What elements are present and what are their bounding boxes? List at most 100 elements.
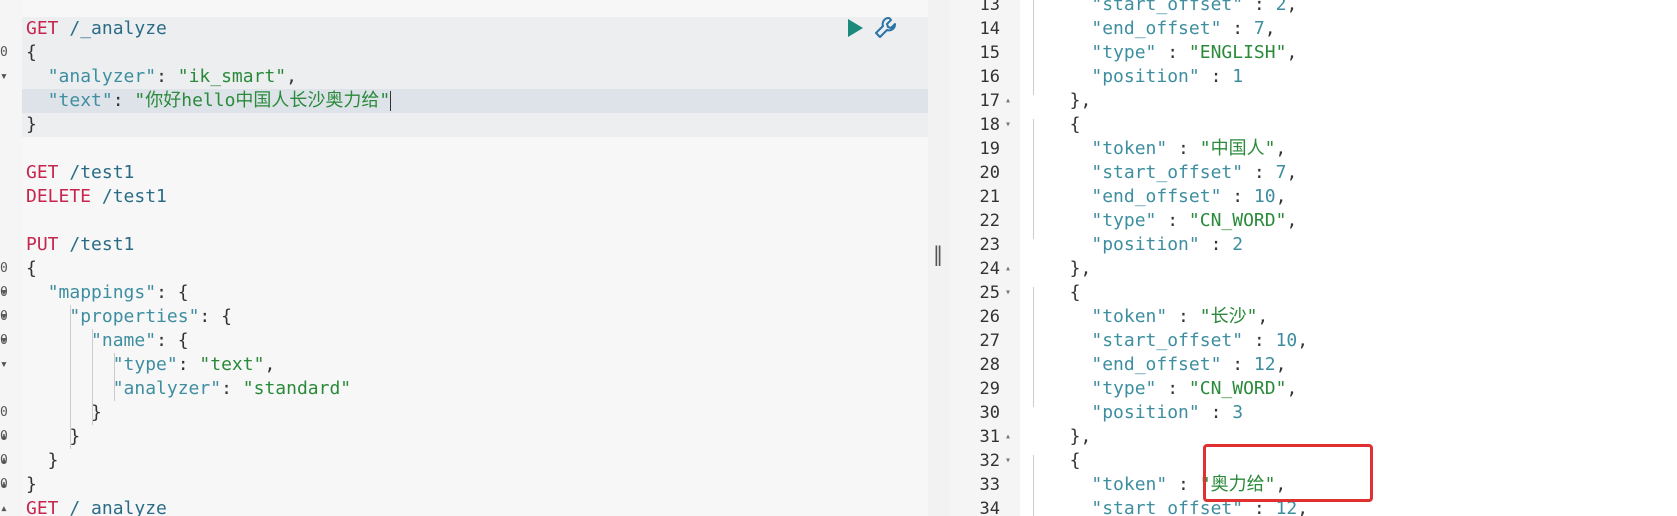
- editor-line[interactable]: }: [26, 401, 102, 425]
- editor-line[interactable]: "properties": {: [26, 305, 232, 329]
- indent-guide: [114, 353, 115, 401]
- fold-open-icon[interactable]: 0 ▾: [0, 329, 22, 372]
- editor-line[interactable]: "type": "text",: [26, 353, 276, 377]
- http-method: GET: [26, 498, 59, 516]
- editor-line[interactable]: GET /test1: [26, 161, 134, 185]
- json-token: :: [1156, 210, 1189, 231]
- line-number: 33: [979, 475, 1000, 495]
- play-icon[interactable]: [845, 17, 865, 39]
- response-line: "end_offset" : 7,: [1048, 17, 1276, 41]
- editor-line[interactable]: {: [26, 257, 37, 281]
- line-number: 28: [979, 355, 1000, 375]
- fold-close-icon[interactable]: ▴: [1005, 257, 1017, 281]
- json-token: "start_offset": [1091, 330, 1244, 351]
- pane-divider[interactable]: ‖: [928, 0, 950, 516]
- indent-guide: [1033, 455, 1034, 516]
- json-brace: {: [1048, 114, 1081, 135]
- fold-close-icon[interactable]: 0 ▴: [0, 473, 22, 516]
- editor-line[interactable]: }: [26, 425, 80, 449]
- json-token: :: [1167, 138, 1200, 159]
- json-token: :: [1221, 354, 1254, 375]
- response-line: },: [1048, 425, 1092, 449]
- editor-line[interactable]: PUT /test1: [26, 233, 134, 257]
- editor-line[interactable]: "analyzer": "ik_smart",: [26, 65, 297, 89]
- json-colon: :: [221, 378, 243, 399]
- fold-open-icon[interactable]: 0 ▾: [0, 281, 22, 324]
- editor-line[interactable]: }: [26, 113, 37, 137]
- response-line: "start_offset" : 7,: [1048, 161, 1297, 185]
- json-token: :: [1167, 474, 1200, 495]
- response-line: },: [1048, 257, 1092, 281]
- json-value: "standard": [242, 378, 352, 399]
- resize-handle-icon[interactable]: ‖: [933, 242, 943, 266]
- json-brace: },: [1048, 426, 1092, 447]
- json-key: "analyzer": [47, 66, 157, 87]
- fold-open-icon[interactable]: ▾: [1005, 449, 1017, 473]
- json-token: "中国人": [1199, 138, 1276, 159]
- fold-close-icon[interactable]: ▴: [1005, 89, 1017, 113]
- fold-close-icon[interactable]: ▴: [1005, 425, 1017, 449]
- json-token: :: [1199, 402, 1233, 423]
- request-editor[interactable]: 0 ▾ 0 ▾ 0 ▾ 0 ▾ 0 ▾ 0 ▴ 0 ▴ 0 ▴ 0 ▴ GET /_analyz…: [0, 0, 928, 516]
- request-editor-content[interactable]: GET /_analyze{ "analyzer": "ik_smart", "…: [22, 0, 928, 516]
- editor-line[interactable]: }: [26, 449, 59, 473]
- response-line: "token" : "长沙",: [1048, 305, 1268, 329]
- editor-line[interactable]: "name": {: [26, 329, 189, 353]
- editor-line[interactable]: "text": "你好hello中国人长沙奥力给": [26, 89, 392, 113]
- json-token: ,: [1264, 18, 1276, 39]
- fold-open-icon[interactable]: 0 ▾: [0, 41, 22, 84]
- editor-line[interactable]: {: [26, 41, 37, 65]
- fold-open-icon[interactable]: 0 ▾: [0, 257, 22, 300]
- json-token: "长沙": [1199, 306, 1258, 327]
- wrench-icon[interactable]: [873, 15, 899, 41]
- editor-line[interactable]: DELETE /test1: [26, 185, 167, 209]
- response-line: {: [1048, 281, 1081, 305]
- editor-line[interactable]: "mappings": {: [26, 281, 189, 305]
- request-path: /test1: [58, 162, 135, 183]
- request-path: /_analyze: [58, 18, 167, 39]
- json-token: :: [1199, 66, 1233, 87]
- json-token: 1: [1232, 66, 1244, 87]
- json-key: "analyzer": [112, 378, 222, 399]
- json-value: {: [221, 306, 232, 327]
- response-line: "token" : "中国人",: [1048, 137, 1286, 161]
- json-token: ,: [1286, 42, 1298, 63]
- json-colon: :: [177, 354, 200, 375]
- json-token: ,: [1275, 354, 1287, 375]
- json-token: :: [1243, 0, 1276, 15]
- line-number: 20: [979, 163, 1000, 183]
- fold-close-icon[interactable]: 0 ▴: [0, 401, 22, 444]
- line-number: 29: [979, 379, 1000, 399]
- editor-line[interactable]: GET /_analyze: [26, 497, 167, 516]
- editor-line[interactable]: GET /_analyze: [26, 17, 167, 41]
- fold-close-icon[interactable]: 0 ▴: [0, 449, 22, 492]
- json-token: "end_offset": [1091, 186, 1222, 207]
- fold-open-icon[interactable]: ▾: [1005, 113, 1017, 137]
- line-number: 30: [979, 403, 1000, 423]
- json-token: "token": [1091, 474, 1168, 495]
- indent-guide: [92, 329, 93, 425]
- editor-line[interactable]: }: [26, 473, 37, 497]
- fold-close-icon[interactable]: 0 ▴: [0, 425, 22, 468]
- fold-open-icon[interactable]: ▾: [1005, 281, 1017, 305]
- editor-line[interactable]: "analyzer": "standard": [26, 377, 351, 401]
- response-viewer[interactable]: 13 14 15 16 17 ▴ 18 ▾ 19 20 21 22 23 24 ▴ 25 ▾ 26 27 28 29 30…: [950, 0, 1677, 516]
- text-caret: [390, 91, 392, 111]
- line-number: 14: [979, 19, 1000, 39]
- line-number: 26: [979, 307, 1000, 327]
- json-colon: :: [156, 330, 178, 351]
- indent-guide: [1033, 287, 1034, 407]
- json-value: {: [177, 330, 189, 351]
- json-brace: }: [26, 402, 102, 423]
- json-token: :: [1156, 42, 1189, 63]
- line-number: 16: [979, 67, 1000, 87]
- fold-open-icon[interactable]: 0 ▾: [0, 305, 22, 348]
